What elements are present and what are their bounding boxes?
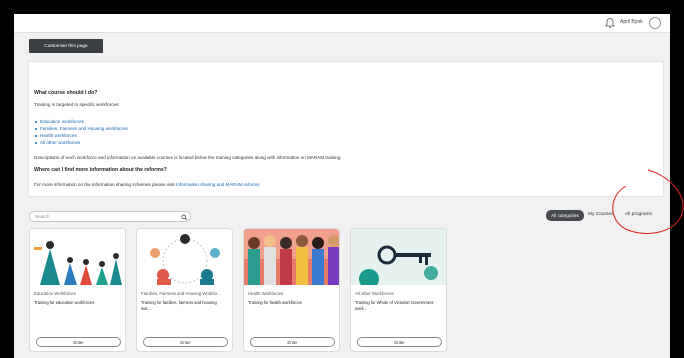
bell-icon[interactable] [604,17,616,29]
key-illustration [351,229,446,285]
card-description: Training for health workforces [248,300,302,305]
enter-button[interactable]: Enter [143,337,228,347]
more-info-line: For more information on the information … [34,182,261,187]
link-education[interactable]: Education workforces [40,119,84,124]
course-card-all-other[interactable]: All other Workforces Training for Whole … [350,228,447,352]
education-illustration [30,229,125,285]
search-box[interactable]: Search [29,211,191,222]
search-placeholder: Search [35,214,50,219]
top-navbar: April Bjork [14,14,670,33]
health-illustration [244,229,339,285]
page: April Bjork Customise this page What cou… [14,14,670,358]
info-block: What course should I do? Training is tar… [28,61,664,197]
filter-all-programs[interactable]: All programs [625,212,652,217]
reforms-link[interactable]: Information sharing and MARAM reforms. [176,182,261,187]
course-card-education[interactable]: Education Workforces Training for educat… [29,228,126,352]
card-description: Training for education workforces [34,300,95,305]
card-description: Training for families, fairness and hous… [141,300,217,311]
user-name[interactable]: April Bjork [620,19,643,25]
bullet [35,128,37,130]
avatar[interactable] [649,17,661,29]
customise-page-button[interactable]: Customise this page [29,39,103,53]
bullet [35,135,37,137]
intro-text: Training is targeted to specific workfor… [34,102,120,107]
card-category: Families, Fairness and Housing Workfor..… [141,291,221,296]
filter-my-courses[interactable]: My Courses [588,212,614,217]
card-category: All other Workforces [355,291,394,296]
filter-all-categories[interactable]: All categories [546,210,584,221]
link-health[interactable]: Health workforces [40,133,77,138]
link-all-other[interactable]: All other workforces [40,140,80,145]
enter-button[interactable]: Enter [36,337,121,347]
card-description: Training for Whole of Victorian Governme… [355,300,434,311]
heading-what-course: What course should I do? [34,90,98,96]
course-card-health[interactable]: Health Workforces Training for health wo… [243,228,340,352]
bullet [35,121,37,123]
enter-button[interactable]: Enter [250,337,335,347]
card-category: Health Workforces [248,291,284,296]
search-icon[interactable] [181,214,188,221]
link-families[interactable]: Families, Fairness and Housing workforce… [40,126,128,131]
bullet [35,142,37,144]
heading-more-info: Where can I find more information about … [34,167,167,173]
description-text: Descriptions of each workforce and infor… [34,155,342,160]
card-category: Education Workforces [34,291,76,296]
course-card-families[interactable]: Families, Fairness and Housing Workfor..… [136,228,233,352]
families-illustration [137,229,232,285]
enter-button[interactable]: Enter [357,337,442,347]
more-info-prefix: For more information on the information … [34,182,175,187]
